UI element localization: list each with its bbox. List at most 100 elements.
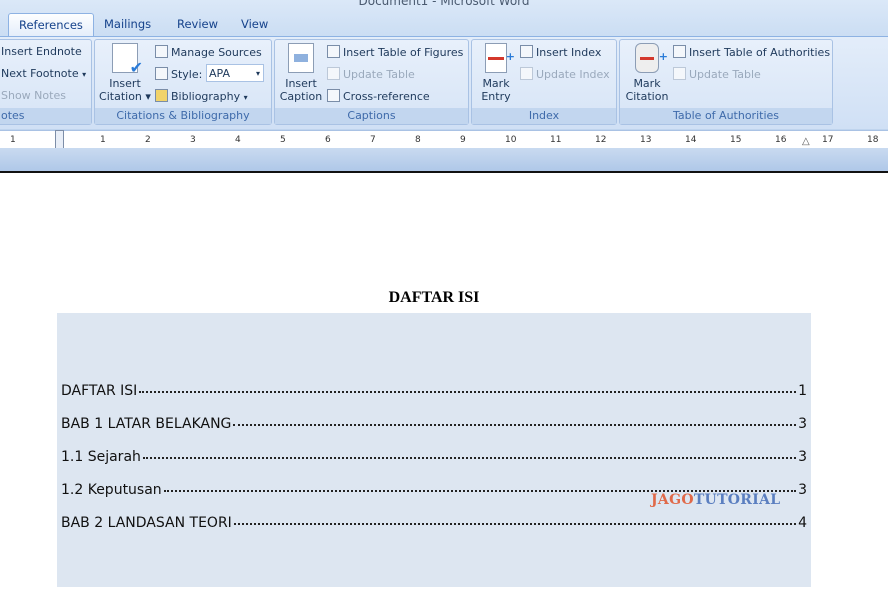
tab-mailings[interactable]: Mailings: [94, 13, 161, 36]
toc-entry-page: 3: [798, 449, 807, 465]
ruler-tick-label: 13: [640, 135, 652, 145]
cross-reference-label: Cross-reference: [343, 90, 430, 103]
ruler-tick-label: 4: [235, 135, 241, 145]
mark-citation-icon: +: [635, 43, 668, 73]
ruler-tick-label: 16: [775, 135, 787, 145]
chevron-down-icon: ▾: [82, 70, 87, 79]
update-table-icon: [327, 67, 340, 80]
show-notes-button[interactable]: Show Notes: [1, 89, 66, 103]
chevron-down-icon: ▾: [255, 69, 260, 78]
tab-view[interactable]: View: [231, 13, 278, 36]
update-index-icon: [520, 67, 533, 80]
group-label: Index: [472, 108, 616, 124]
bibliography-label: Bibliography: [171, 90, 241, 103]
watermark-part1: JAGO: [651, 492, 694, 508]
group-label: Table of Authorities: [620, 108, 832, 124]
right-indent-marker[interactable]: △: [802, 136, 810, 147]
dot-leader: [139, 391, 797, 393]
toc-entry-text: 1.2 Keputusan: [61, 482, 162, 498]
toc-entry[interactable]: BAB 2 LANDASAN TEORI 4: [61, 515, 807, 531]
insert-index-icon: [520, 45, 533, 58]
tab-review[interactable]: Review: [167, 13, 228, 36]
document-heading: DAFTAR ISI: [388, 289, 480, 306]
manage-sources-label: Manage Sources: [171, 46, 262, 59]
horizontal-ruler[interactable]: 1 1 2 3 4 5 6 7 8 9 10 11 12 13 14 15 16 17 18: [0, 130, 888, 149]
insert-citation-label: Insert Citation: [99, 77, 142, 103]
insert-table-of-figures-button[interactable]: Insert Table of Figures: [327, 45, 463, 60]
dot-leader: [142, 457, 797, 459]
toc-entry-text: 1.1 Sejarah: [61, 449, 141, 465]
manage-sources-icon: [155, 45, 168, 58]
update-toa-button[interactable]: Update Table: [673, 67, 761, 82]
window-title: Document1 - Microsoft Word: [358, 0, 530, 8]
cross-reference-icon: [327, 89, 340, 102]
watermark-part2: TUTORIAL: [693, 492, 781, 508]
group-citations: ✔ Insert Citation ▾ Manage Sources Style…: [94, 39, 272, 125]
mark-entry-icon: +: [485, 43, 515, 73]
ruler-tick-label: 15: [730, 135, 742, 145]
toc-entry-text: BAB 2 LANDASAN TEORI: [61, 515, 232, 531]
toc-entry-page: 3: [798, 482, 807, 498]
bibliography-icon: [155, 89, 168, 102]
group-captions: Insert Caption Insert Table of Figures U…: [274, 39, 469, 125]
update-table-button[interactable]: Update Table: [327, 67, 415, 82]
mark-entry-button[interactable]: + Mark Entry: [474, 43, 518, 103]
divider: [0, 171, 888, 173]
group-label: Captions: [275, 108, 468, 124]
toc-entry-text: BAB 1 LATAR BELAKANG: [61, 416, 232, 432]
ruler-tick-label: 3: [190, 135, 196, 145]
group-table-of-authorities: + Mark Citation Insert Table of Authorit…: [619, 39, 833, 125]
style-label-text: Style:: [171, 68, 203, 81]
insert-index-button[interactable]: Insert Index: [520, 45, 601, 60]
indent-marker[interactable]: [55, 130, 64, 150]
ruler-tick-label: 14: [685, 135, 697, 145]
mark-citation-button[interactable]: + Mark Citation: [622, 43, 672, 103]
manage-sources-button[interactable]: Manage Sources: [155, 45, 262, 60]
update-toa-icon: [673, 67, 686, 80]
dot-leader: [233, 523, 797, 525]
insert-caption-button[interactable]: Insert Caption: [277, 43, 325, 103]
group-index: + Mark Entry Insert Index Update Index I…: [471, 39, 617, 125]
group-label: otes: [0, 108, 91, 124]
insert-endnote-button[interactable]: Insert Endnote: [1, 45, 82, 59]
ruler-tick-label: 7: [370, 135, 376, 145]
ruler-tick-label: 12: [595, 135, 607, 145]
toc-entry-text: DAFTAR ISI: [61, 383, 138, 399]
update-toa-label: Update Table: [689, 68, 761, 81]
style-value: APA: [209, 67, 230, 80]
cross-reference-button[interactable]: Cross-reference: [327, 89, 430, 104]
ruler-tick-label: 2: [145, 135, 151, 145]
ruler-tick-label: 5: [280, 135, 286, 145]
toc-entry[interactable]: DAFTAR ISI 1: [61, 383, 807, 399]
update-index-label: Update Index: [536, 68, 610, 81]
insert-table-of-authorities-button[interactable]: Insert Table of Authorities: [673, 45, 830, 60]
ruler-tick-label: 9: [460, 135, 466, 145]
toc-entry[interactable]: 1.1 Sejarah 3: [61, 449, 807, 465]
style-dropdown[interactable]: APA ▾: [206, 64, 264, 82]
table-of-figures-icon: [327, 45, 340, 58]
mark-citation-label: Mark Citation: [625, 77, 669, 103]
ruler-background: [0, 148, 888, 172]
ruler-tick-label: 17: [822, 135, 834, 145]
ruler-tick-label: 11: [550, 135, 562, 145]
next-footnote-label: Next Footnote: [1, 67, 79, 80]
ruler-tick-label: 10: [505, 135, 517, 145]
group-footnotes: Insert Endnote Next Footnote ▾ Show Note…: [0, 39, 92, 125]
toc-entry[interactable]: BAB 1 LATAR BELAKANG 3: [61, 416, 807, 432]
ruler-tick-label: 6: [325, 135, 331, 145]
dot-leader: [233, 424, 797, 426]
style-icon: [155, 67, 168, 80]
tab-references[interactable]: References: [8, 13, 94, 37]
insert-toa-label: Insert Table of Authorities: [689, 46, 831, 59]
bibliography-button[interactable]: Bibliography ▾: [155, 89, 248, 105]
update-table-label: Update Table: [343, 68, 415, 81]
insert-citation-button[interactable]: ✔ Insert Citation ▾: [99, 43, 151, 103]
citation-check-icon: ✔: [112, 43, 143, 76]
toc-entry-page: 3: [798, 416, 807, 432]
update-index-button[interactable]: Update Index: [520, 67, 610, 82]
ruler-tick-label: 1: [10, 135, 16, 145]
mark-entry-label: Mark Entry: [481, 77, 511, 103]
next-footnote-button[interactable]: Next Footnote ▾: [1, 67, 86, 82]
group-label: Citations & Bibliography: [95, 108, 271, 124]
ruler-tick-label: 8: [415, 135, 421, 145]
